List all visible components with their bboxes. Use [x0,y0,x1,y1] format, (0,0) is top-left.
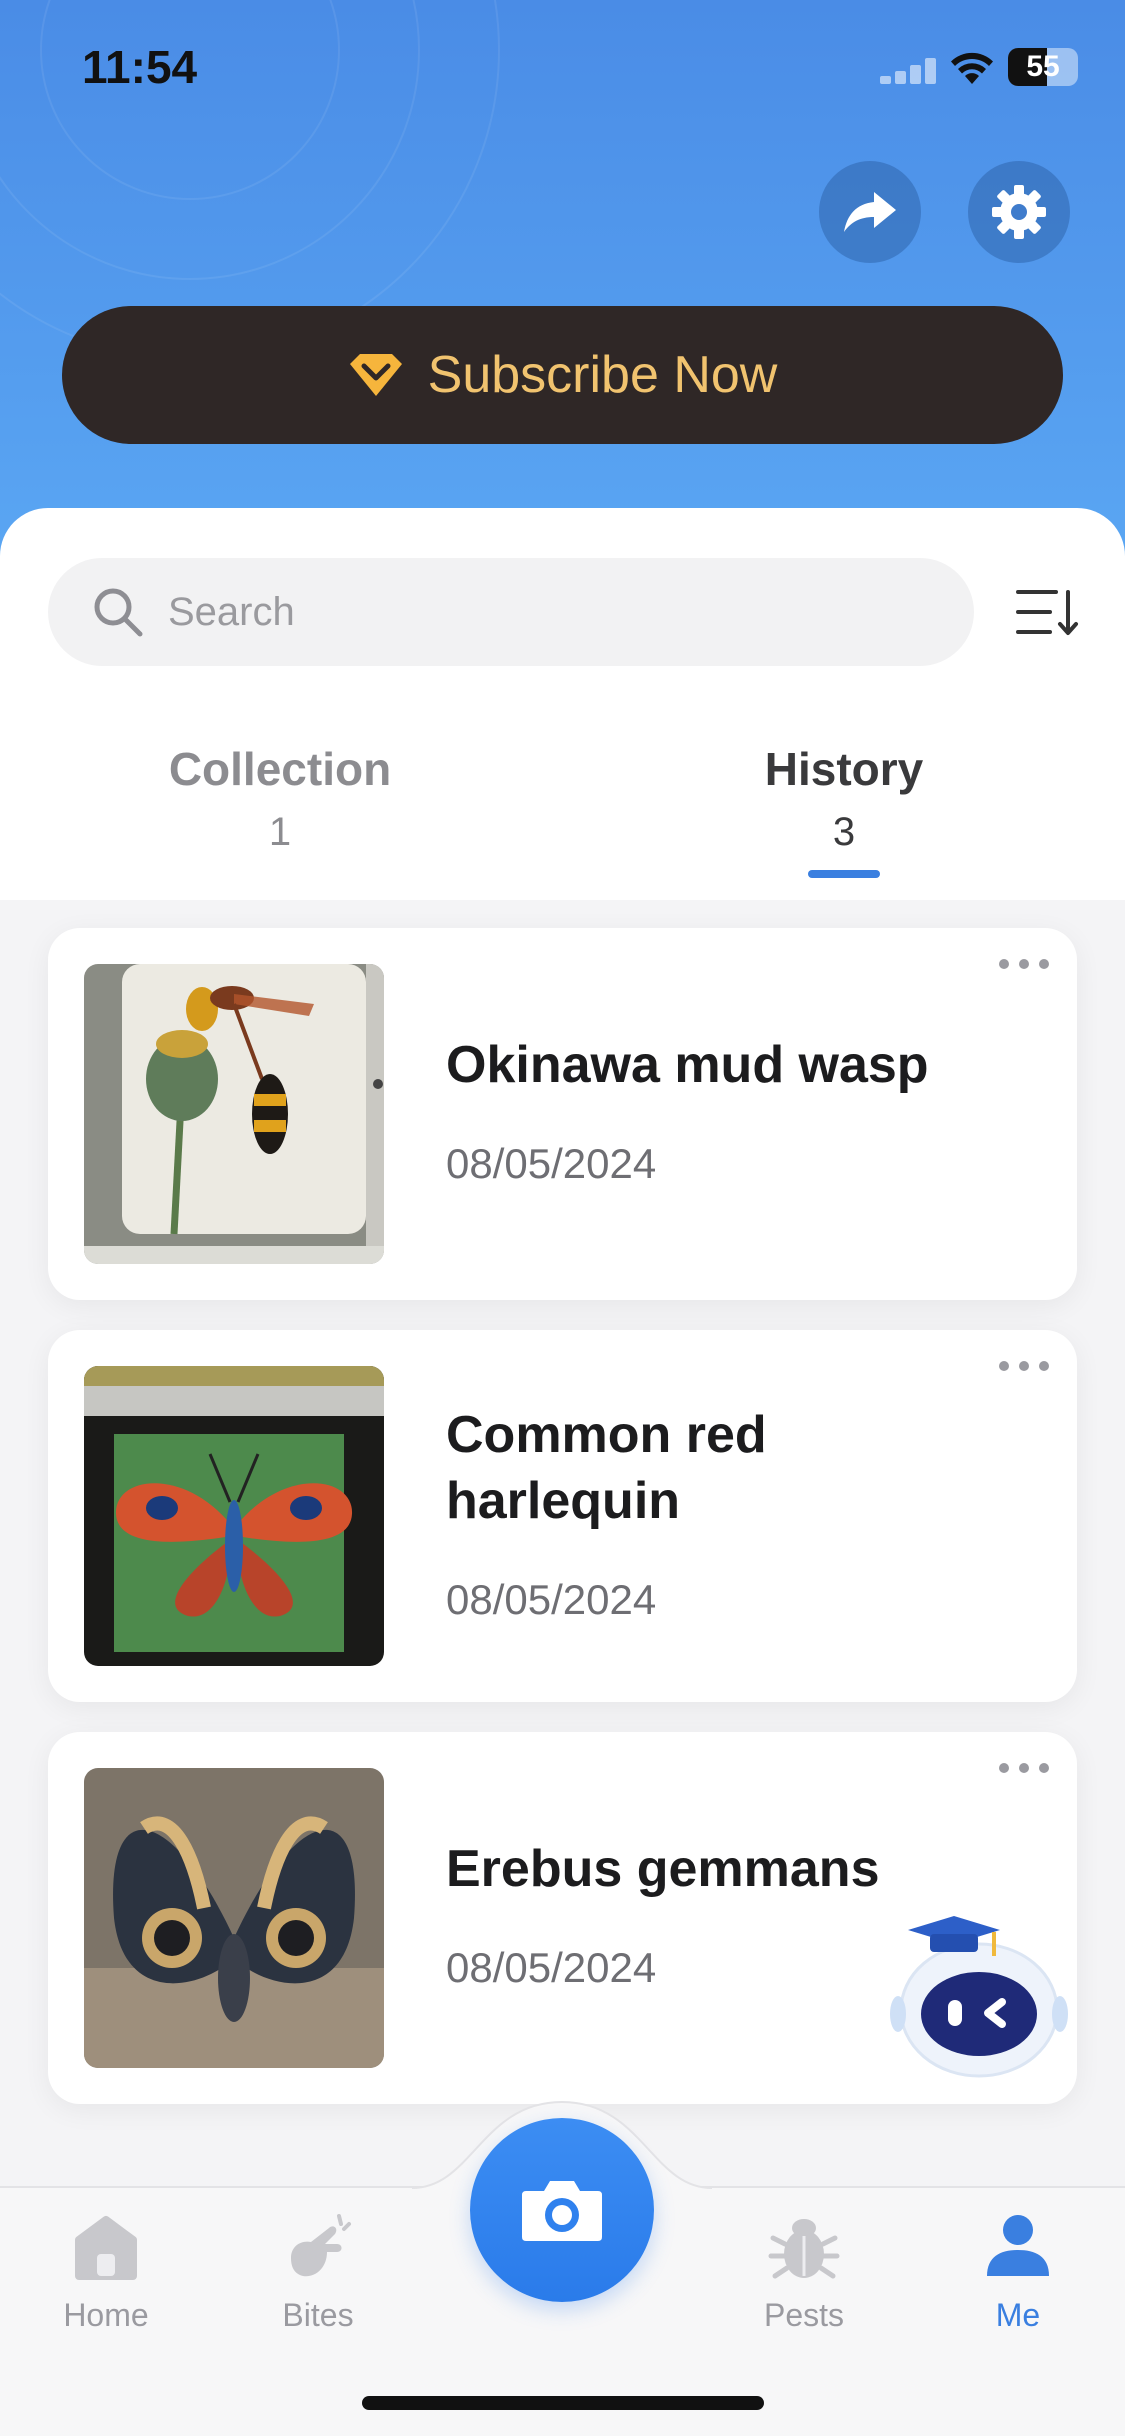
ai-assistant-robot-icon[interactable] [890,1910,1068,2088]
person-icon [987,2215,1049,2276]
nav-bites[interactable]: Bites [228,2210,408,2334]
history-item-date: 08/05/2024 [446,1944,657,1991]
moth-photo [84,1768,384,2068]
status-bar: 11:54 55 [0,0,1125,140]
bug-icon [768,2219,840,2279]
more-options-button[interactable] [999,1758,1049,1778]
history-item-title: Okinawa mud wasp [446,1036,929,1094]
tab-collection-label: Collection [168,743,392,795]
history-item-date: 08/05/2024 [446,1576,657,1623]
search-bar [48,558,974,666]
history-item-date: 08/05/2024 [446,1140,657,1187]
camera-scan-button[interactable] [470,2118,654,2302]
nav-pests[interactable]: Pests [714,2210,894,2334]
battery-percent: 55 [1026,50,1060,83]
nav-me[interactable]: Me [928,2210,1108,2334]
history-item-title: Erebus gemmans [446,1840,880,1898]
share-arrow-icon [844,192,896,232]
share-button[interactable] [819,161,921,263]
cellular-signal-icon [880,58,936,84]
nav-me-label: Me [995,2297,1041,2333]
active-tab-indicator [808,870,880,878]
subscribe-label: Subscribe Now [427,346,778,404]
gear-icon [992,185,1046,239]
butterfly-photo [84,1366,384,1666]
nav-home-label: Home [63,2297,149,2333]
battery-icon: 55 [1008,48,1078,86]
search-icon [94,588,143,637]
tab-collection[interactable]: Collection 1 [100,742,460,855]
tab-history-label: History [764,743,924,795]
camera-icon [522,2181,602,2241]
more-options-button[interactable] [999,1356,1049,1376]
bites-icon [291,2214,351,2277]
status-time: 11:54 [82,41,198,93]
subscribe-button[interactable]: Subscribe Now [62,306,1063,444]
tab-history[interactable]: History 3 [664,742,1024,855]
history-item-title: Common red harlequin [446,1406,767,1530]
tab-history-count: 3 [832,810,856,854]
home-indicator [362,2396,764,2410]
nav-bites-label: Bites [282,2297,354,2333]
more-options-button[interactable] [999,954,1049,974]
history-card[interactable]: Common red harlequin 08/05/2024 [48,1330,1077,1702]
tab-collection-count: 1 [268,810,292,854]
sort-button[interactable] [1014,586,1080,638]
wasp-photo [84,964,384,1264]
home-icon [75,2216,137,2280]
search-input[interactable] [168,589,928,635]
history-card[interactable]: Okinawa mud wasp 08/05/2024 [48,928,1077,1300]
diamond-icon [349,354,402,396]
nav-home[interactable]: Home [16,2210,196,2334]
nav-pests-label: Pests [763,2297,845,2333]
wifi-icon [951,52,993,84]
settings-button[interactable] [968,161,1070,263]
